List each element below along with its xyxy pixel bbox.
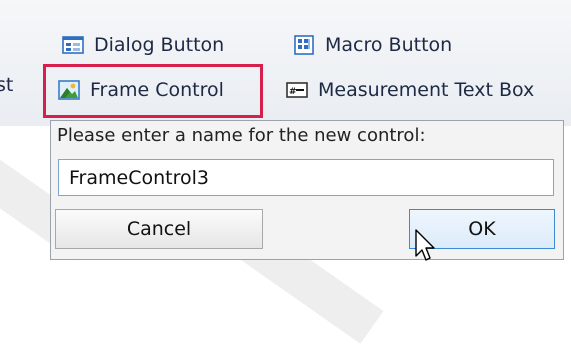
ribbon: st Dialog Button Macro Button Frame Cont…	[0, 0, 571, 126]
mouse-pointer-icon	[415, 229, 435, 261]
cancel-button[interactable]: Cancel	[55, 209, 263, 249]
dialog-prompt: Please enter a name for the new control:	[57, 125, 426, 146]
dialog-button[interactable]: Dialog Button	[62, 34, 224, 56]
dialog-button-label: Dialog Button	[94, 34, 225, 56]
macro-button-label: Macro Button	[325, 34, 453, 56]
measurement-text-box-icon: #	[286, 82, 308, 98]
partial-ribbon-label: st	[0, 74, 14, 96]
cancel-button-label: Cancel	[126, 218, 192, 240]
measurement-text-box-label: Measurement Text Box	[318, 79, 535, 101]
ok-button-label: OK	[468, 218, 496, 240]
macro-button[interactable]: Macro Button	[293, 34, 452, 56]
new-control-name-dialog: Please enter a name for the new control:…	[50, 120, 564, 260]
frame-control-highlight	[43, 64, 263, 118]
svg-text:#: #	[289, 87, 297, 97]
control-name-input[interactable]	[58, 159, 554, 196]
measurement-text-box[interactable]: # Measurement Text Box	[286, 79, 534, 101]
dialog-button-icon	[62, 36, 84, 54]
macro-button-icon	[294, 35, 314, 55]
